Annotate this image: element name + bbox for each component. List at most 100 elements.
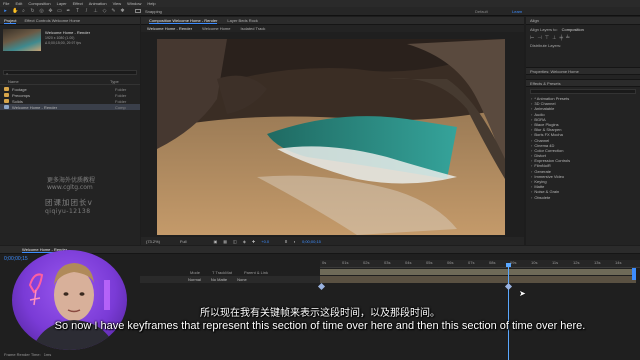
watermark-line4: qiqiyu-12138	[45, 208, 91, 215]
view-tab-isolated-track[interactable]: Isolated Track	[240, 26, 265, 31]
rotate-tool-icon[interactable]: ↻	[30, 8, 35, 14]
ruler-label: 08s	[489, 260, 496, 265]
brush-tool-icon[interactable]: /	[84, 8, 89, 14]
tools-toolbar: ▸ ✋ ⌕ ↻ ◎ ✥ ▭ ✒ T / ⊥ ◇ ✎ ✱ Snapping	[0, 7, 640, 16]
pan-behind-tool-icon[interactable]: ✥	[48, 8, 53, 14]
keyframe-diamond[interactable]	[317, 282, 326, 291]
ruler-label: 07s	[468, 260, 475, 265]
comp-thumbnail	[3, 29, 41, 51]
align-hcenter-icon[interactable]: ⊣	[537, 35, 541, 41]
ruler-label: 05s	[426, 260, 433, 265]
comp-timecode[interactable]: 0;00;00;15	[302, 239, 321, 244]
workspace-learn[interactable]: Learn	[512, 9, 522, 14]
selected-item-duration: Δ 0;00;15;00, 29.97 fps	[45, 41, 82, 45]
column-type-header[interactable]: Type	[110, 79, 119, 84]
type-tool-icon[interactable]: T	[75, 8, 80, 14]
layer-trackmat-dropdown[interactable]: No Matte	[211, 277, 227, 282]
project-item-solids[interactable]: Solids Folder	[0, 98, 140, 104]
menu-view[interactable]: View	[113, 1, 122, 6]
column-name-header[interactable]: Name	[0, 79, 110, 84]
view-tab-welcome-home[interactable]: Welcome Home	[202, 26, 230, 31]
zoom-tool-icon[interactable]: ⌕	[21, 8, 26, 14]
clone-tool-icon[interactable]: ⊥	[93, 8, 98, 14]
project-item-label: Precomps	[12, 92, 31, 98]
menu-composition[interactable]: Composition	[28, 1, 50, 6]
menu-help[interactable]: Help	[147, 1, 155, 6]
project-item-precomps[interactable]: Precomps Folder	[0, 92, 140, 98]
menu-file[interactable]: File	[3, 1, 9, 6]
transparency-grid-icon[interactable]: ▦	[223, 239, 227, 244]
project-item-type: Folder	[115, 86, 127, 92]
keyframe-diamond[interactable]	[504, 282, 513, 291]
presenter-webcam	[12, 250, 127, 350]
composition-viewer[interactable]	[157, 39, 505, 235]
mouse-cursor-icon: ➤	[519, 289, 526, 298]
project-tab[interactable]: Project	[4, 18, 17, 24]
rectangle-tool-icon[interactable]: ▭	[57, 8, 62, 14]
composition-tab[interactable]: Composition Welcome Home - Render	[149, 18, 218, 24]
project-item-label: Welcome Home - Render	[12, 104, 58, 110]
project-item-type: Folder	[115, 92, 127, 98]
effects-list: › * Animation Presets › 3D Channel › Animat…	[526, 96, 640, 200]
composition-panel: Composition Welcome Home - Render Layer …	[141, 17, 524, 245]
project-item-footage[interactable]: Footage Folder	[0, 86, 140, 92]
hand-tool-icon[interactable]: ✋	[12, 8, 18, 14]
snapping-checkbox[interactable]	[135, 9, 141, 13]
menu-animation[interactable]: Animation	[89, 1, 107, 6]
align-right-icon[interactable]: ⊤	[545, 35, 549, 41]
mask-visibility-icon[interactable]: ◫	[233, 239, 237, 244]
pen-tool-icon[interactable]: ✒	[66, 8, 71, 14]
menu-edit[interactable]: Edit	[15, 1, 22, 6]
fast-preview-icon[interactable]: ◐	[294, 239, 296, 244]
roto-brush-tool-icon[interactable]: ✎	[111, 8, 116, 14]
layer-duration-bar[interactable]	[320, 276, 636, 283]
align-target-dropdown[interactable]: Composition	[562, 27, 584, 32]
effects-search-input[interactable]	[530, 89, 636, 94]
camera-view-icon[interactable]: ◈	[243, 239, 246, 244]
zoom-dropdown[interactable]: (73.2%)	[146, 239, 160, 244]
align-top-icon[interactable]: ⊥	[552, 35, 556, 41]
selected-item-info: 1920 x 1080 (1.00)	[45, 36, 75, 40]
beach-cave-frame	[157, 39, 505, 235]
align-bottom-icon[interactable]: ╧	[566, 35, 570, 41]
menu-effect[interactable]: Effect	[73, 1, 83, 6]
work-area-bar[interactable]	[320, 269, 636, 275]
eraser-tool-icon[interactable]: ◇	[102, 8, 107, 14]
snapshot-icon[interactable]: ⌷	[285, 239, 287, 244]
exposure-value[interactable]: +0.0	[261, 239, 269, 244]
effect-controls-tab[interactable]: Effect Controls Welcome Home	[24, 18, 80, 23]
project-item-label: Solids	[12, 98, 23, 104]
selection-tool-icon[interactable]: ▸	[3, 8, 8, 14]
work-area-end-handle[interactable]	[632, 268, 636, 280]
layer-mode-dropdown[interactable]: Normal	[188, 277, 201, 282]
workspace-default[interactable]: Default	[475, 9, 488, 14]
layer-tab[interactable]: Layer Beds Rock	[227, 18, 257, 23]
puppet-tool-icon[interactable]: ✱	[120, 8, 125, 14]
ruler-label: 12s	[573, 260, 580, 265]
project-item-render-comp[interactable]: Welcome Home - Render Comp	[0, 104, 140, 110]
timeline-current-time[interactable]: 0;00;00;15	[4, 256, 28, 262]
resolution-dropdown[interactable]: Full	[180, 239, 186, 244]
project-item-type: Comp	[115, 104, 126, 110]
menu-bar: File Edit Composition Layer Effect Anima…	[0, 0, 640, 7]
align-vcenter-icon[interactable]: ╪	[559, 35, 563, 41]
layer-parent-dropdown[interactable]: None	[237, 277, 247, 282]
effects-category[interactable]: › Obsolete	[526, 195, 640, 200]
camera-tool-icon[interactable]: ◎	[39, 8, 44, 14]
channel-icon[interactable]: ✚	[252, 239, 255, 244]
ruler-label: 10s	[531, 260, 538, 265]
presenter-figure	[28, 263, 116, 350]
composition-icon	[4, 105, 9, 109]
project-search-input[interactable]: ⌕	[3, 70, 137, 76]
align-left-icon[interactable]: ⊢	[530, 35, 534, 41]
menu-window[interactable]: Window	[127, 1, 141, 6]
project-item-label: Footage	[12, 86, 27, 92]
watermark-line1: 更多海外优质教程	[47, 177, 96, 184]
layer-row[interactable]: Normal No Matte None	[140, 276, 320, 283]
menu-layer[interactable]: Layer	[57, 1, 67, 6]
region-of-interest-icon[interactable]: ▣	[213, 239, 217, 244]
playhead-handle[interactable]	[506, 263, 511, 267]
time-ruler[interactable]: 0s 01s 02s 03s 04s 05s 06s 07s 08s 09s 1…	[320, 260, 640, 268]
view-tab-render[interactable]: Welcome Home - Render	[147, 26, 192, 31]
snapping-label: Snapping	[145, 8, 162, 14]
